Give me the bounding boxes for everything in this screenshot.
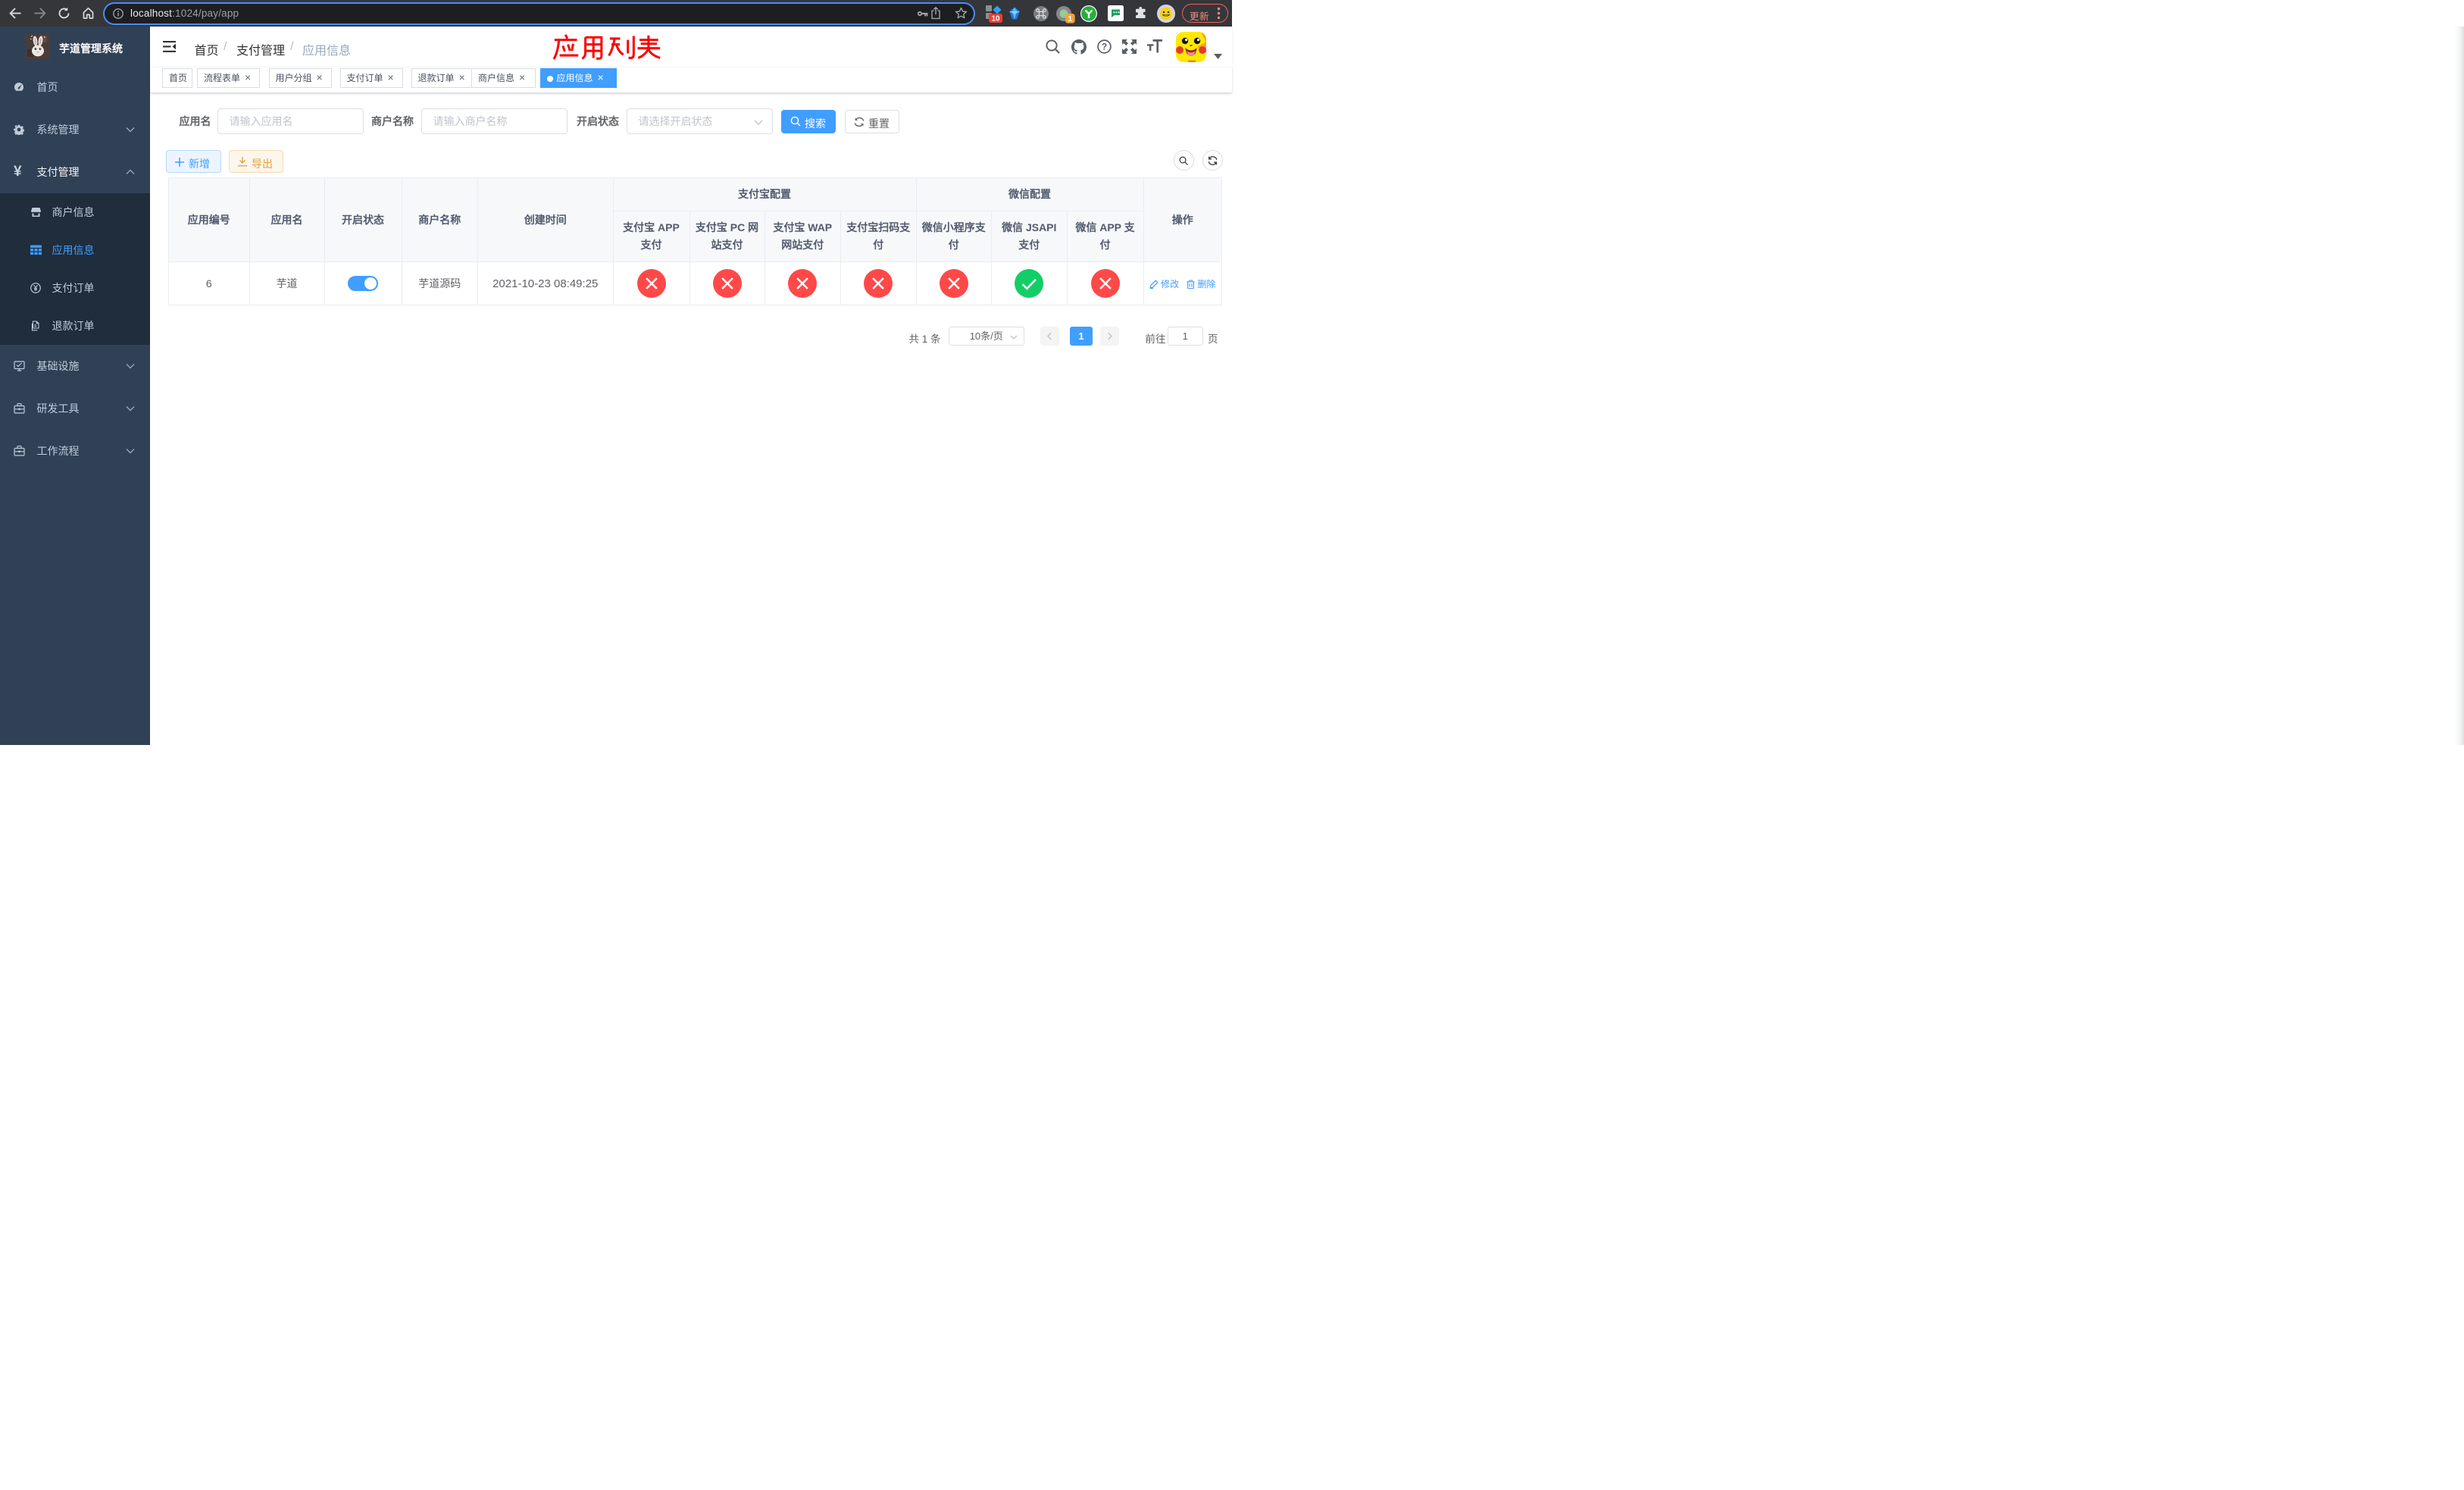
svg-text:10: 10 xyxy=(991,15,1000,23)
svg-text:1: 1 xyxy=(1068,15,1073,23)
svg-text:?: ? xyxy=(1102,42,1107,52)
